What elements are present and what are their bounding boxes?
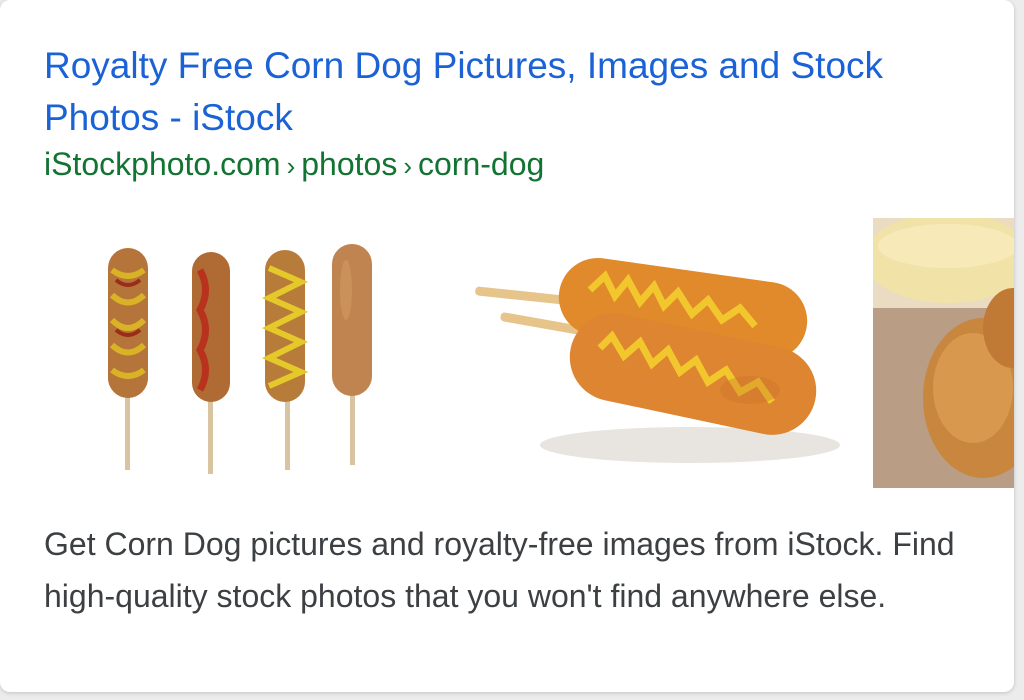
search-result-card: Royalty Free Corn Dog Pictures, Images a… (0, 0, 1014, 692)
four-corn-dogs-image (108, 244, 372, 474)
corn-dogs-sauce-image (873, 218, 1014, 488)
breadcrumb[interactable]: iStockphoto.com › photos › corn-dog (44, 143, 544, 187)
two-corn-dogs-image (475, 258, 840, 463)
result-snippet: Get Corn Dog pictures and royalty-free i… (44, 526, 955, 614)
thumbnail-corn-dogs-with-sauce[interactable] (873, 218, 1014, 488)
breadcrumb-domain: iStockphoto.com (44, 146, 281, 182)
breadcrumb-separator: › (286, 151, 296, 181)
breadcrumb-separator: › (403, 151, 412, 181)
thumbnail-two-corn-dogs[interactable] (450, 210, 860, 488)
image-thumbnails-row (0, 210, 1014, 490)
thumbnail-four-corn-dogs[interactable] (60, 210, 440, 488)
breadcrumb-path-corn-dog: corn-dog (417, 146, 545, 182)
breadcrumb-path-photos: photos (301, 146, 398, 182)
result-title-link[interactable]: Royalty Free Corn Dog Pictures, Images a… (44, 40, 1004, 144)
